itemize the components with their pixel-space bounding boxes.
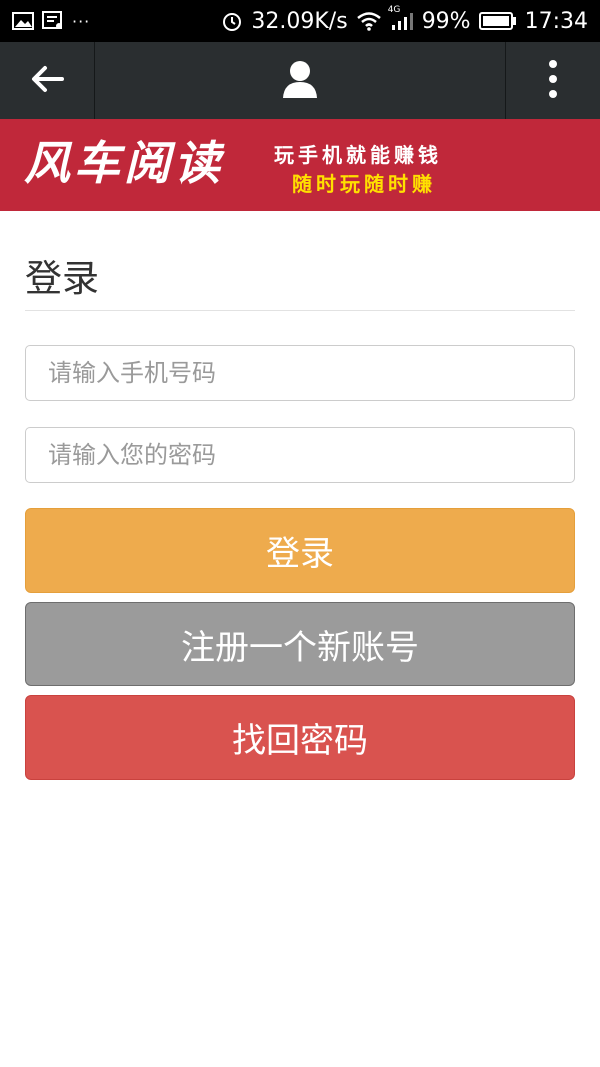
profile-button[interactable]: [260, 42, 340, 119]
phone-input[interactable]: [25, 345, 575, 401]
title-divider: [25, 310, 575, 311]
status-bar: ··· 32.09K/s 4G 99% 17:34: [0, 0, 600, 42]
signal-icon: 4G: [388, 5, 414, 31]
status-right: 32.09K/s 4G 99% 17:34: [221, 5, 588, 34]
banner-slogan-line2: 随时玩随时赚: [292, 172, 436, 196]
battery-percent: 99%: [421, 8, 471, 34]
more-vertical-icon: [548, 59, 558, 103]
network-type: 4G: [387, 5, 401, 15]
status-left: ···: [12, 11, 90, 31]
back-arrow-icon: [30, 64, 64, 98]
login-button[interactable]: 登录: [25, 508, 575, 593]
network-speed: 32.09K/s: [251, 8, 348, 34]
alarm-icon: [221, 10, 243, 32]
forgot-password-button[interactable]: 找回密码: [25, 695, 575, 780]
user-icon: [282, 59, 318, 103]
image-icon: [12, 11, 34, 31]
app-banner: 风车阅读 玩手机就能赚钱 随时玩随时赚: [0, 119, 600, 211]
register-button[interactable]: 注册一个新账号: [25, 602, 575, 686]
page-title: 登录: [25, 257, 99, 300]
message-icon: [42, 11, 64, 31]
more-notifications-text: ···: [72, 11, 91, 31]
wifi-icon: [356, 11, 382, 31]
back-button[interactable]: [0, 42, 95, 119]
password-input[interactable]: [25, 427, 575, 483]
battery-icon: [478, 12, 517, 30]
app-logo-text: 风车阅读: [24, 136, 224, 190]
banner-slogan-line1: 玩手机就能赚钱: [274, 143, 442, 167]
clock: 17:34: [524, 8, 588, 34]
more-menu-button[interactable]: [505, 42, 600, 119]
app-top-bar: [0, 42, 600, 119]
